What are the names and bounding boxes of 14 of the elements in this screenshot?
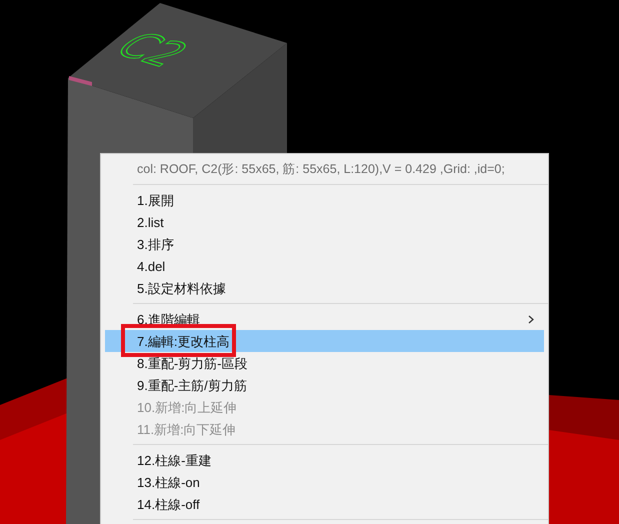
chevron-right-icon <box>528 315 534 324</box>
menu-item[interactable]: 13.柱線-on <box>105 471 544 493</box>
menu-item[interactable]: 1.展開 <box>105 189 544 211</box>
column-label: C2 <box>102 25 202 75</box>
menu-item[interactable]: 9.重配-主筋/剪力筋 <box>105 374 544 396</box>
menu-item[interactable]: 7.編輯:更改柱高 <box>105 330 544 352</box>
menu-item[interactable]: 12.柱線-重建 <box>105 449 544 471</box>
menu-item[interactable]: 2.list <box>105 211 544 233</box>
menu-header: col: ROOF, C2(形: 55x65, 筋: 55x65, L:120),V = 0.429 ,Grid: ,id=0; <box>137 160 505 178</box>
menu-item[interactable]: 3.排序 <box>105 233 544 255</box>
menu-item[interactable]: 4.del <box>105 255 544 277</box>
menu-item[interactable]: 5.設定材料依據 <box>105 277 544 299</box>
menu-item[interactable]: 8.重配-剪力筋-區段 <box>105 352 544 374</box>
menu-item[interactable]: 14.柱線-off <box>105 493 544 515</box>
